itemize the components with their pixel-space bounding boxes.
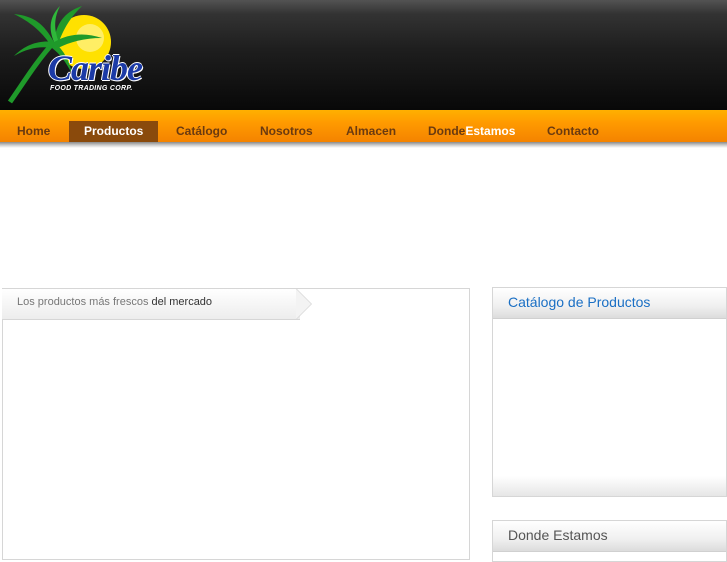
nav-almacen[interactable]: Almacen <box>346 121 396 142</box>
location-box-title[interactable]: Donde Estamos <box>508 527 608 543</box>
nav-catalogo[interactable]: Catálogo <box>176 121 227 142</box>
location-box: Donde Estamos <box>492 520 727 562</box>
brand-tagline: FOOD TRADING CORP. <box>50 85 133 92</box>
catalog-box-footer <box>493 476 726 496</box>
nav-contacto[interactable]: Contacto <box>547 121 599 142</box>
catalog-box-header: Catálogo de Productos <box>493 288 726 319</box>
nav-productos-label: Productos <box>84 124 144 138</box>
products-panel <box>2 288 470 560</box>
nav-nosotros-label: Nosotros <box>260 124 313 138</box>
nav-donde-estamos[interactable]: DondeEstamos <box>428 121 515 142</box>
nav-contacto-label: Contacto <box>547 124 599 138</box>
nav-almacen-label: Almacen <box>346 124 397 138</box>
tab-arrow-fill <box>296 289 311 319</box>
nav-catalogo-label: Catálogo <box>176 124 228 138</box>
nav-estamos-label: Estamos <box>465 124 516 138</box>
catalog-box: Catálogo de Productos <box>492 287 727 497</box>
nav-home[interactable]: Home <box>17 121 50 142</box>
products-heading-suffix: del mercado <box>148 296 213 308</box>
brand-name: Caribe <box>48 48 143 88</box>
main-nav: Home Productos Catálogo Nosotros Almacen… <box>0 110 727 148</box>
nav-donde-label: Donde <box>428 124 466 138</box>
products-heading-main: Los productos más frescos <box>17 296 149 308</box>
site-header: Caribe FOOD TRADING CORP. <box>0 0 727 110</box>
location-box-header: Donde Estamos <box>493 521 726 552</box>
catalog-box-title[interactable]: Catálogo de Productos <box>508 294 650 310</box>
nav-home-label: Home <box>17 124 51 138</box>
nav-nosotros[interactable]: Nosotros <box>260 121 313 142</box>
products-panel-heading: Los productos más frescos del mercado <box>17 296 212 308</box>
caribe-logo[interactable]: Caribe FOOD TRADING CORP. <box>4 4 164 106</box>
nav-productos[interactable]: Productos <box>69 121 159 142</box>
